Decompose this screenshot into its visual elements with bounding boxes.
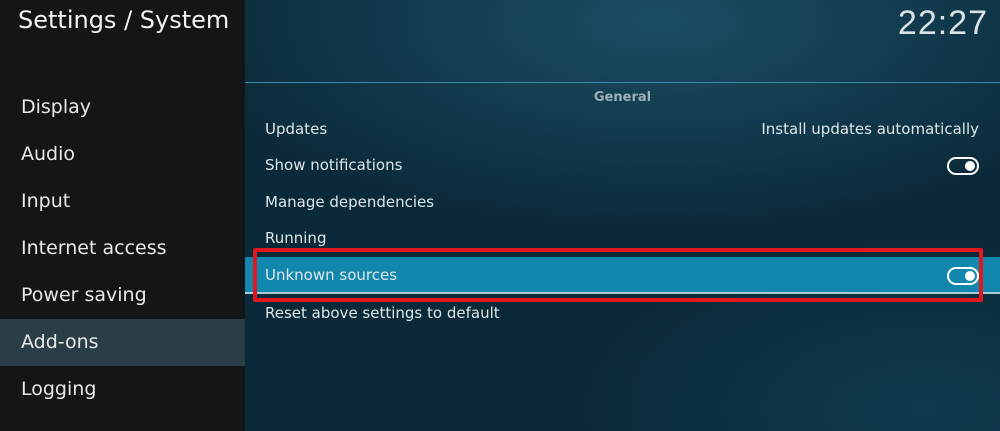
- toggle-switch-on-icon[interactable]: [947, 157, 979, 175]
- setting-row-manage-dependencies[interactable]: Manage dependencies: [245, 184, 1000, 221]
- window-title: Settings / System: [18, 6, 230, 34]
- setting-label: Running: [265, 229, 327, 247]
- section-title: General: [593, 90, 652, 105]
- setting-row-updates[interactable]: Updates Install updates automatically: [245, 111, 1000, 148]
- settings-panel: 22:27 General Updates Install updates au…: [245, 0, 1000, 431]
- setting-value: Install updates automatically: [761, 120, 979, 138]
- clock: 22:27: [897, 4, 988, 42]
- sidebar-item-display[interactable]: Display: [0, 84, 245, 131]
- toggle-knob: [965, 161, 975, 171]
- sidebar-item-logging[interactable]: Logging: [0, 366, 245, 413]
- sidebar-item-power-saving[interactable]: Power saving: [0, 272, 245, 319]
- setting-label: Manage dependencies: [265, 193, 435, 211]
- header-divider: [245, 82, 1000, 83]
- sidebar-item-input[interactable]: Input: [0, 178, 245, 225]
- sidebar-item-add-ons[interactable]: Add-ons: [0, 319, 245, 366]
- setting-label: Updates: [265, 120, 328, 138]
- setting-label: Reset above settings to default: [265, 304, 500, 322]
- sidebar-nav: Display Audio Input Internet access Powe…: [0, 84, 245, 413]
- highlight-annotation-box: [253, 248, 983, 302]
- sidebar-item-audio[interactable]: Audio: [0, 131, 245, 178]
- sidebar: Settings / System Display Audio Input In…: [0, 0, 245, 431]
- sidebar-item-internet-access[interactable]: Internet access: [0, 225, 245, 272]
- setting-row-show-notifications[interactable]: Show notifications: [245, 147, 1000, 184]
- setting-label: Show notifications: [265, 156, 403, 174]
